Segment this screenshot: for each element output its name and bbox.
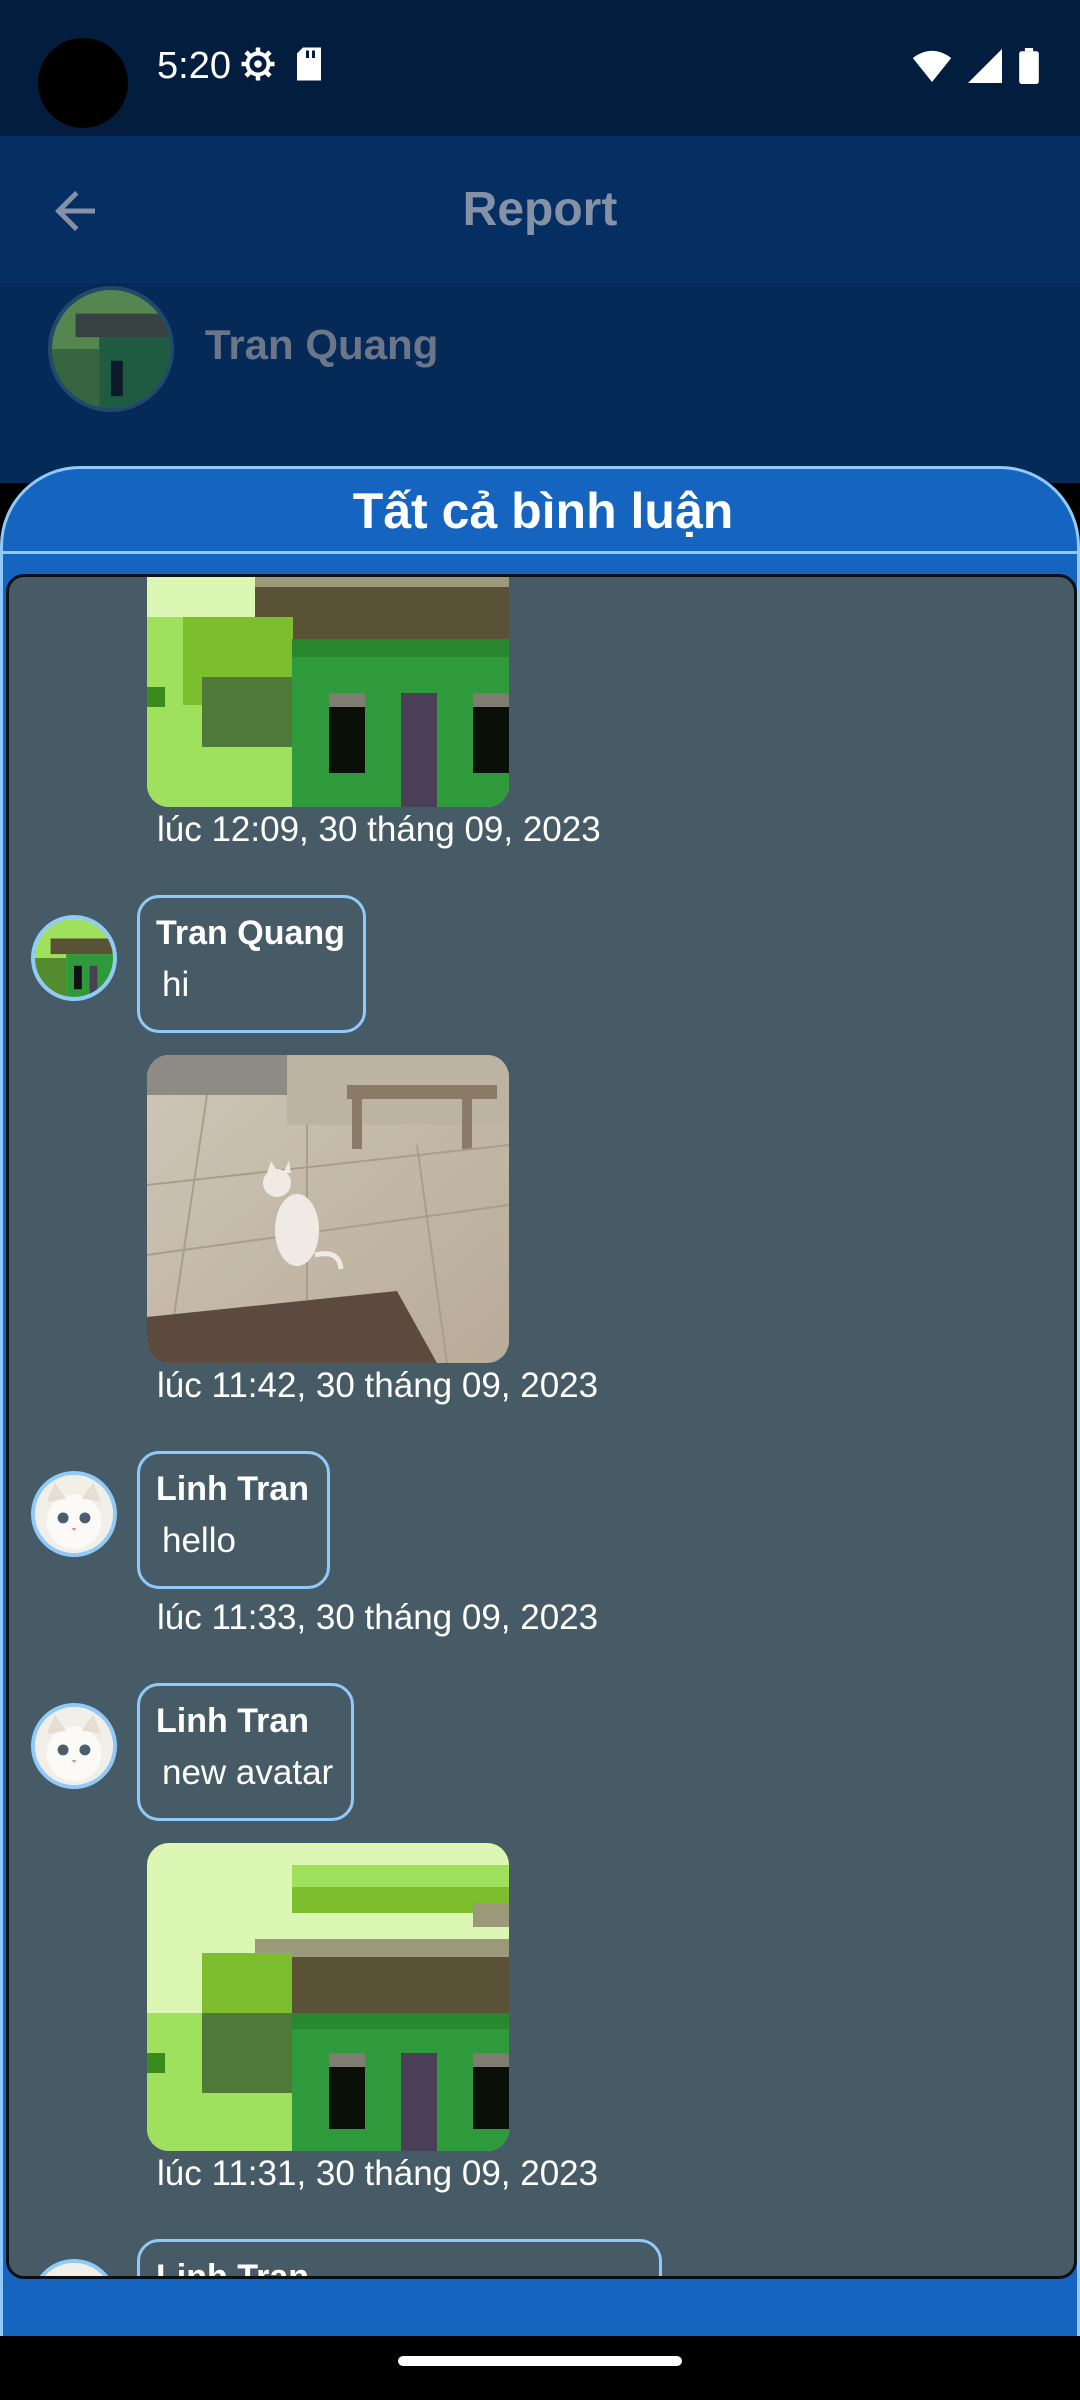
- gear-icon: [241, 47, 275, 81]
- app-bar: Report: [0, 136, 1080, 283]
- comment-item: Tran Quang hi: [9, 895, 1074, 1055]
- comment-bubble: Linh Tran: [137, 2239, 662, 2279]
- status-time: 5:20: [157, 45, 231, 87]
- comment-text: new avatar: [162, 1753, 334, 1792]
- comments-sheet: Tất cả bình luận lúc 12:09, 30 tháng 09,…: [0, 466, 1080, 2336]
- cat-photo-image[interactable]: [147, 1055, 509, 1363]
- comment-list: lúc 12:09, 30 tháng 09, 2023 Tran Quang: [9, 577, 1074, 2279]
- comment-item: Linh Tran new avatar: [9, 1683, 1074, 1843]
- comment-timestamp: lúc 11:31, 30 tháng 09, 2023: [157, 2154, 599, 2193]
- report-header: Tran Quang: [0, 283, 1080, 483]
- comment-item: Linh Tran: [9, 2239, 1074, 2279]
- comment-timestamp: lúc 11:33, 30 tháng 09, 2023: [157, 1598, 599, 1637]
- gesture-nav-bar[interactable]: [398, 2356, 682, 2366]
- comment-bubble: Linh Tran hello: [137, 1451, 330, 1589]
- camera-cutout: [38, 38, 128, 128]
- battery-icon: [1019, 48, 1039, 84]
- sheet-divider: [3, 551, 1077, 554]
- house-pixel-image[interactable]: [147, 1843, 509, 2151]
- comment-timestamp: lúc 12:09, 30 tháng 09, 2023: [157, 810, 601, 849]
- cat-avatar[interactable]: [31, 2259, 117, 2276]
- comment-item: Linh Tran hello: [9, 1451, 1074, 1595]
- signal-icon: [968, 49, 1002, 83]
- sheet-title: Tất cả bình luận: [352, 483, 734, 539]
- sdcard-icon: [297, 47, 321, 81]
- comment-timestamp: lúc 11:42, 30 tháng 09, 2023: [157, 1366, 599, 1405]
- house-pixel-avatar[interactable]: [31, 915, 117, 1001]
- report-username: Tran Quang: [205, 321, 439, 368]
- comment-bubble: Linh Tran new avatar: [137, 1683, 355, 1821]
- comment-text: hello: [162, 1521, 236, 1560]
- wifi-icon: [912, 50, 952, 82]
- status-bar: 5:20: [0, 0, 1080, 136]
- comments-panel[interactable]: lúc 12:09, 30 tháng 09, 2023 Tran Quang: [6, 574, 1077, 2279]
- house-pixel-avatar: [48, 286, 174, 412]
- comment-author: Linh Tran: [156, 1702, 309, 1740]
- comment-author: Tran Quang: [156, 914, 345, 952]
- house-pixel-image[interactable]: [147, 577, 509, 807]
- page-title: Report: [462, 183, 618, 236]
- comment-author: Linh Tran: [156, 1470, 309, 1508]
- cat-avatar[interactable]: [31, 1471, 117, 1557]
- comment-bubble: Tran Quang hi: [137, 895, 366, 1033]
- comment-author: Linh Tran: [156, 2258, 309, 2279]
- cat-avatar[interactable]: [31, 1703, 117, 1789]
- comment-text: hi: [162, 965, 190, 1004]
